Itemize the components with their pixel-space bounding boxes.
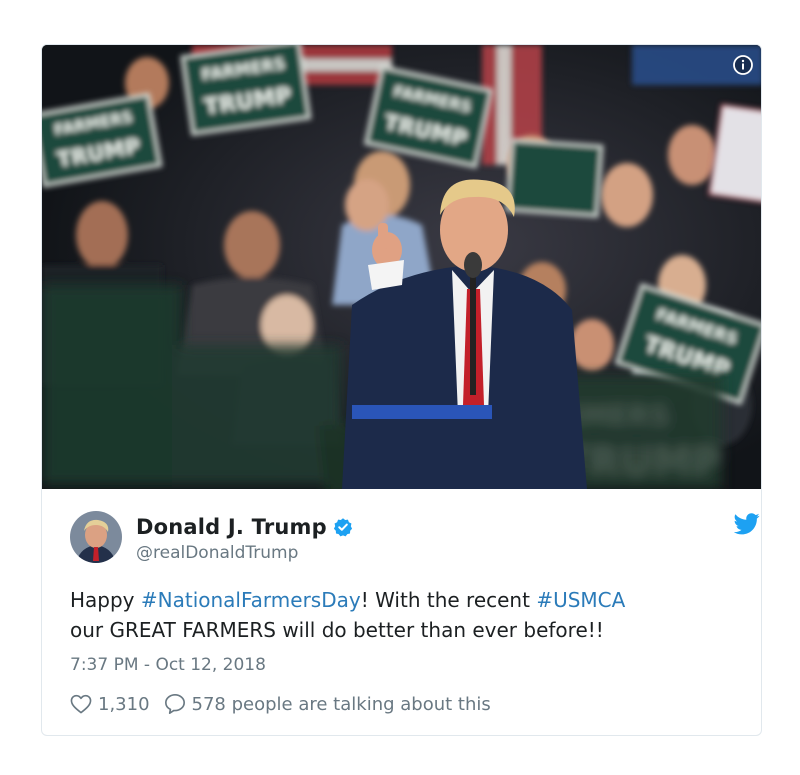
tweet-text: Happy #NationalFarmersDay! With the rece… <box>70 585 750 645</box>
rally-photo: FARMERS TRUMP FARMERS TRUMP FARMERS TRUM… <box>42 45 761 489</box>
heart-icon <box>70 694 92 714</box>
hashtag-national-farmers-day[interactable]: #NationalFarmersDay <box>141 588 361 612</box>
avatar[interactable] <box>70 511 122 563</box>
reply-conversation-action[interactable]: 578 people are talking about this <box>164 693 491 715</box>
embedded-tweet-card: FARMERS TRUMP FARMERS TRUMP FARMERS TRUM… <box>41 44 762 736</box>
tweet-header: Donald J. Trump @realDonaldTrump <box>70 511 760 567</box>
author-name-row: Donald J. Trump <box>136 515 353 539</box>
tweet-actions: 1,310 578 people are talking about this <box>70 693 491 715</box>
tweet-text-part1: Happy <box>70 588 141 612</box>
display-name[interactable]: Donald J. Trump <box>136 515 327 539</box>
like-count: 1,310 <box>98 693 150 715</box>
like-action[interactable]: 1,310 <box>70 694 150 715</box>
verified-badge-icon <box>333 518 352 537</box>
hashtag-usmca[interactable]: #USMCA <box>536 588 625 612</box>
tweet-text-part3: our GREAT FARMERS will do better than ev… <box>70 618 604 642</box>
info-icon[interactable] <box>733 55 753 75</box>
twitter-bird-icon[interactable] <box>734 513 760 535</box>
tweet-text-part2: ! With the recent <box>360 588 537 612</box>
author-handle[interactable]: @realDonaldTrump <box>136 543 298 563</box>
talking-count: 578 people are talking about this <box>191 693 491 715</box>
speech-bubble-icon <box>164 694 185 714</box>
tweet-photo[interactable]: FARMERS TRUMP FARMERS TRUMP FARMERS TRUM… <box>42 45 761 489</box>
tweet-timestamp[interactable]: 7:37 PM - Oct 12, 2018 <box>70 655 266 675</box>
